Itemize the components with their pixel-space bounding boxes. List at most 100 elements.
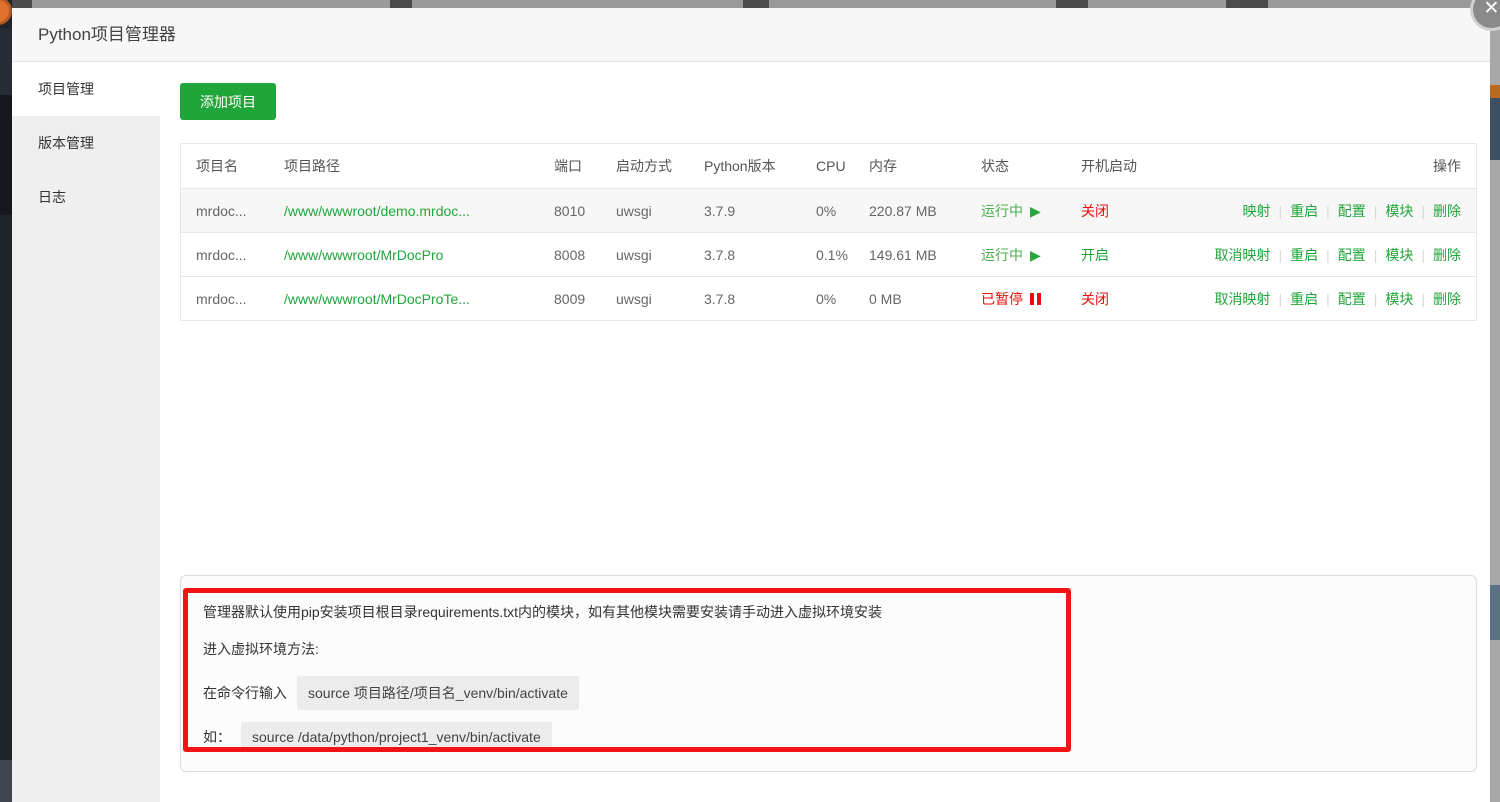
action-link-映射[interactable]: 映射	[1242, 203, 1270, 219]
action-link-重启[interactable]: 重启	[1290, 291, 1318, 307]
memory-usage: 149.61 MB	[869, 247, 981, 263]
action-link-删除[interactable]: 删除	[1433, 247, 1461, 263]
project-name: mrdoc...	[181, 247, 284, 263]
column-header: 开机启动	[1081, 156, 1201, 176]
background-page-top-sliver	[0, 0, 1500, 8]
action-link-模块[interactable]: 模块	[1385, 203, 1413, 219]
action-link-模块[interactable]: 模块	[1385, 247, 1413, 263]
autostart-toggle[interactable]: 关闭	[1081, 291, 1109, 307]
column-header: 操作	[1201, 156, 1476, 176]
action-separator: |	[1278, 203, 1282, 219]
background-page-left-sidebar	[0, 0, 12, 802]
help-line-4-prefix: 如：	[203, 727, 231, 747]
help-line-2: 进入虚拟环境方法:	[203, 639, 1476, 659]
project-path-link[interactable]: /www/wwwroot/MrDocPro	[284, 247, 443, 263]
column-header: 状态	[981, 156, 1081, 176]
project-path-cell: /www/wwwroot/demo.mrdoc...	[284, 203, 554, 219]
action-separator: |	[1326, 291, 1330, 307]
status-cell: 运行中▶	[981, 201, 1081, 221]
status-toggle[interactable]: 运行中▶	[981, 203, 1041, 219]
action-separator: |	[1374, 247, 1378, 263]
cpu-usage: 0.1%	[816, 247, 869, 263]
cpu-usage: 0%	[816, 203, 869, 219]
action-link-重启[interactable]: 重启	[1290, 247, 1318, 263]
python-project-manager-modal: Python项目管理器 项目管理版本管理日志 添加项目 项目名项目路径端口启动方…	[12, 8, 1490, 802]
project-path-cell: /www/wwwroot/MrDocProTe...	[284, 291, 554, 307]
table-row: mrdoc.../www/wwwroot/MrDocPro8008uwsgi3.…	[181, 232, 1476, 276]
project-path-link[interactable]: /www/wwwroot/MrDocProTe...	[284, 291, 470, 307]
autostart-cell: 开启	[1081, 245, 1201, 265]
action-separator: |	[1374, 291, 1378, 307]
activate-command-template: source 项目路径/项目名_venv/bin/activate	[297, 676, 579, 710]
status-cell: 运行中▶	[981, 245, 1081, 265]
column-header: 端口	[554, 156, 616, 176]
action-separator: |	[1326, 203, 1330, 219]
action-separator: |	[1278, 291, 1282, 307]
action-link-取消映射[interactable]: 取消映射	[1214, 247, 1270, 263]
status-cell: 已暂停	[981, 289, 1081, 309]
action-separator: |	[1278, 247, 1282, 263]
sidebar-item-日志[interactable]: 日志	[12, 170, 160, 224]
action-link-删除[interactable]: 删除	[1433, 203, 1461, 219]
cpu-usage: 0%	[816, 291, 869, 307]
project-path-link[interactable]: /www/wwwroot/demo.mrdoc...	[284, 203, 470, 219]
sidebar-item-项目管理[interactable]: 项目管理	[12, 62, 160, 116]
action-link-删除[interactable]: 删除	[1433, 291, 1461, 307]
autostart-toggle[interactable]: 关闭	[1081, 203, 1109, 219]
python-version: 3.7.8	[704, 291, 816, 307]
action-link-配置[interactable]: 配置	[1338, 247, 1366, 263]
port: 8009	[554, 291, 616, 307]
action-link-重启[interactable]: 重启	[1290, 203, 1318, 219]
column-header: 项目名	[181, 156, 284, 176]
column-header: 项目路径	[284, 156, 554, 176]
column-header: 内存	[869, 156, 981, 176]
play-icon[interactable]: ▶	[1030, 203, 1041, 220]
autostart-cell: 关闭	[1081, 201, 1201, 221]
help-line-1: 管理器默认使用pip安装项目根目录requirements.txt内的模块，如有…	[203, 602, 1476, 622]
actions-cell: 映射 | 重启 | 配置 | 模块 | 删除	[1201, 201, 1476, 221]
action-link-取消映射[interactable]: 取消映射	[1214, 291, 1270, 307]
add-project-button[interactable]: 添加项目	[180, 83, 276, 120]
project-table: 项目名项目路径端口启动方式Python版本CPU内存状态开机启动操作 mrdoc…	[180, 143, 1477, 321]
action-separator: |	[1421, 291, 1425, 307]
memory-usage: 220.87 MB	[869, 203, 981, 219]
table-header-row: 项目名项目路径端口启动方式Python版本CPU内存状态开机启动操作	[181, 144, 1476, 188]
project-path-cell: /www/wwwroot/MrDocPro	[284, 247, 554, 263]
modal-main-panel: 添加项目 项目名项目路径端口启动方式Python版本CPU内存状态开机启动操作 …	[160, 62, 1490, 802]
help-line-3-prefix: 在命令行输入	[203, 683, 287, 703]
column-header: 启动方式	[616, 156, 704, 176]
status-toggle[interactable]: 已暂停	[981, 291, 1041, 307]
action-link-模块[interactable]: 模块	[1385, 291, 1413, 307]
python-version: 3.7.8	[704, 247, 816, 263]
pause-icon[interactable]	[1030, 293, 1041, 305]
project-name: mrdoc...	[181, 203, 284, 219]
start-mode: uwsgi	[616, 291, 704, 307]
memory-usage: 0 MB	[869, 291, 981, 307]
table-row: mrdoc.../www/wwwroot/MrDocProTe... 8009uw…	[181, 276, 1476, 320]
play-icon[interactable]: ▶	[1030, 247, 1041, 264]
column-header: Python版本	[704, 156, 816, 176]
action-link-配置[interactable]: 配置	[1338, 291, 1366, 307]
project-name: mrdoc...	[181, 291, 284, 307]
table-row: mrdoc.../www/wwwroot/demo.mrdoc... 8010uw…	[181, 188, 1476, 232]
python-version: 3.7.9	[704, 203, 816, 219]
action-separator: |	[1326, 247, 1330, 263]
port: 8008	[554, 247, 616, 263]
background-page-right-sliver	[1490, 0, 1500, 802]
port: 8010	[554, 203, 616, 219]
start-mode: uwsgi	[616, 203, 704, 219]
action-separator: |	[1421, 203, 1425, 219]
actions-cell: 取消映射 | 重启 | 配置 | 模块 | 删除	[1201, 245, 1476, 265]
modal-sidebar: 项目管理版本管理日志	[12, 62, 160, 802]
activate-command-example: source /data/python/project1_venv/bin/ac…	[241, 722, 552, 752]
status-toggle[interactable]: 运行中▶	[981, 247, 1041, 263]
action-separator: |	[1421, 247, 1425, 263]
modal-title: Python项目管理器	[12, 8, 1490, 62]
sidebar-item-版本管理[interactable]: 版本管理	[12, 116, 160, 170]
column-header: CPU	[816, 158, 869, 174]
actions-cell: 取消映射 | 重启 | 配置 | 模块 | 删除	[1201, 289, 1476, 309]
action-separator: |	[1374, 203, 1378, 219]
action-link-配置[interactable]: 配置	[1338, 203, 1366, 219]
autostart-toggle[interactable]: 开启	[1081, 247, 1109, 263]
autostart-cell: 关闭	[1081, 289, 1201, 309]
